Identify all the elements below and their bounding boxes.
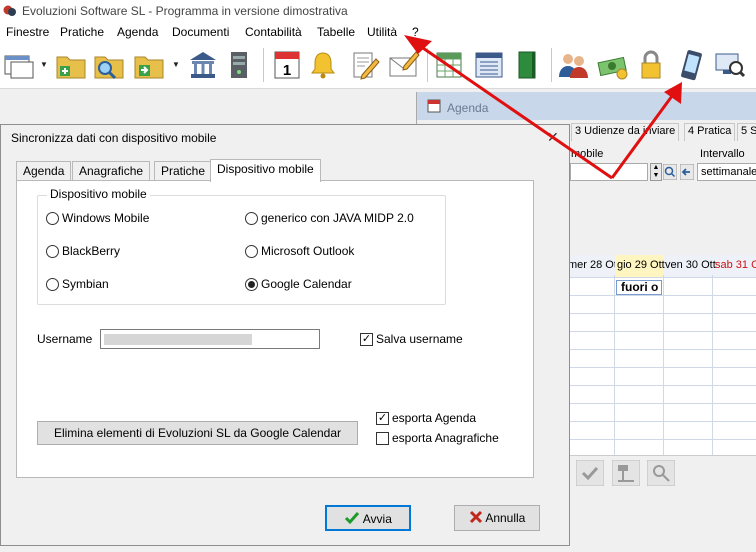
mail-icon[interactable]: [386, 48, 420, 82]
toolbar-separator: [427, 48, 428, 82]
arrow-left-icon[interactable]: [680, 164, 694, 180]
radio-label: Symbian: [62, 277, 109, 291]
tab-panel: Dispositivo mobile Windows Mobile BlackB…: [16, 180, 534, 478]
menu-utilita[interactable]: Utilità: [367, 25, 397, 39]
day-header-today: gio 29 Ott: [617, 259, 665, 271]
agenda-interval-label: Intervallo: [700, 148, 745, 160]
agenda-bottom-toolbar: [570, 455, 756, 490]
start-button[interactable]: Avvia: [325, 505, 411, 531]
menu-tabelle[interactable]: Tabelle: [317, 25, 355, 39]
network-search-icon[interactable]: [712, 48, 746, 82]
agenda-event[interactable]: fuori o: [616, 280, 662, 295]
delete-google-items-button[interactable]: Elimina elementi di Evoluzioni SL da Goo…: [37, 421, 358, 445]
export-anagrafiche-checkbox[interactable]: [376, 432, 389, 445]
close-icon[interactable]: ✕: [547, 129, 559, 146]
app-title-bar: Evoluzioni Software SL - Programma in ve…: [0, 0, 756, 22]
save-username-checkbox[interactable]: ✓: [360, 333, 373, 346]
money-icon[interactable]: [596, 48, 630, 82]
settings-search-icon[interactable]: [647, 460, 675, 486]
agenda-title-bar: Agenda: [417, 92, 756, 120]
menu-documenti[interactable]: Documenti: [172, 25, 229, 39]
dialog-title: Sincronizza dati con dispositivo mobile: [11, 131, 217, 145]
tab-dispositivo-mobile[interactable]: Dispositivo mobile: [210, 159, 321, 182]
radio-java-midp[interactable]: [245, 212, 258, 225]
menu-help[interactable]: ?: [412, 25, 419, 39]
tab-agenda[interactable]: Agenda: [16, 161, 72, 181]
app-title: Evoluzioni Software SL - Programma in ve…: [22, 4, 348, 18]
agenda-mobile-label: mobile: [571, 148, 604, 160]
windows-icon[interactable]: [2, 48, 36, 82]
edit-doc-icon[interactable]: [348, 48, 382, 82]
checkmark-icon: [345, 512, 360, 525]
save-username-label: Salva username: [376, 332, 463, 346]
day-header-weekend: sab 31 O: [715, 259, 756, 271]
radio-label: generico con JAVA MIDP 2.0: [261, 211, 414, 225]
court-icon[interactable]: [186, 48, 220, 82]
agenda-mobile-field[interactable]: [570, 163, 648, 181]
book-icon[interactable]: [510, 48, 544, 82]
device-group-label: Dispositivo mobile: [47, 187, 150, 201]
radio-microsoft-outlook[interactable]: [245, 245, 258, 258]
search-folder-icon[interactable]: [92, 48, 126, 82]
cancel-button[interactable]: Annulla: [454, 505, 540, 531]
agenda-title: Agenda: [447, 101, 489, 115]
menu-contabilita[interactable]: Contabilità: [245, 25, 302, 39]
chevron-down-icon[interactable]: ▼: [40, 60, 48, 69]
bell-icon[interactable]: [306, 48, 340, 82]
radio-label: Windows Mobile: [62, 211, 150, 225]
export-anagrafiche-label: esporta Anagrafiche: [392, 431, 499, 445]
toolbar-separator: [263, 48, 264, 82]
tab-pratiche[interactable]: Pratiche: [154, 161, 213, 181]
calendar-day-icon[interactable]: 1: [270, 48, 304, 82]
sync-dialog: Sincronizza dati con dispositivo mobile …: [0, 124, 570, 546]
agenda-event-label: fuori o: [621, 280, 659, 294]
gavel-icon[interactable]: [612, 460, 640, 486]
export-folder-icon[interactable]: [132, 48, 166, 82]
tab-anagrafiche[interactable]: Anagrafiche: [72, 161, 151, 181]
export-agenda-checkbox[interactable]: ✓: [376, 412, 389, 425]
search-icon[interactable]: [663, 164, 677, 180]
username-label: Username: [37, 332, 93, 346]
agenda-tab-more[interactable]: 5 S: [737, 123, 756, 141]
export-agenda-label: esporta Agenda: [392, 411, 477, 425]
lock-icon[interactable]: [634, 48, 668, 82]
toolbar: ▼ ▼ 1: [0, 42, 756, 89]
calendar-day-number: 1: [283, 62, 291, 79]
spreadsheet-icon[interactable]: [432, 48, 466, 82]
cancel-button-label: Annulla: [485, 511, 526, 525]
calendar-icon: [427, 99, 441, 113]
start-button-label: Avvia: [362, 512, 392, 526]
menu-pratiche[interactable]: Pratiche: [60, 25, 104, 39]
menu-agenda[interactable]: Agenda: [117, 25, 158, 39]
users-icon[interactable]: [556, 48, 590, 82]
agenda-interval-select[interactable]: settimanale: [697, 163, 756, 181]
radio-label: BlackBerry: [62, 244, 121, 258]
toolbar-separator: [551, 48, 552, 82]
agenda-tab-pratica[interactable]: 4 Pratica: [684, 123, 736, 141]
radio-windows-mobile[interactable]: [46, 212, 59, 225]
radio-blackberry[interactable]: [46, 245, 59, 258]
check-icon[interactable]: [576, 460, 604, 486]
agenda-tab-udienze[interactable]: 3 Udienze da inviare: [571, 123, 680, 141]
menu-finestre[interactable]: Finestre: [6, 25, 49, 39]
radio-label: Google Calendar: [261, 277, 352, 291]
app-logo-icon: [3, 5, 16, 16]
server-icon[interactable]: [222, 48, 256, 82]
menu-bar: Finestre Pratiche Agenda Documenti Conta…: [0, 22, 756, 42]
username-field[interactable]: [100, 329, 320, 349]
add-folder-icon[interactable]: [54, 48, 88, 82]
radio-google-calendar[interactable]: [245, 278, 258, 291]
stepper-icon[interactable]: ▲ ▼: [650, 163, 662, 181]
radio-label: Microsoft Outlook: [261, 244, 355, 258]
cancel-x-icon: [469, 510, 482, 524]
radio-symbian[interactable]: [46, 278, 59, 291]
mobile-device-icon[interactable]: [674, 48, 708, 82]
list-icon[interactable]: [472, 48, 506, 82]
chevron-down-icon[interactable]: ▼: [172, 60, 180, 69]
agenda-grid: mer 28 Ott gio 29 Ott ven 30 Ott sab 31 …: [568, 255, 756, 485]
day-header: mer 28 Ott: [568, 259, 620, 271]
day-header: ven 30 Ott: [665, 259, 716, 271]
username-redacted: [104, 334, 252, 345]
